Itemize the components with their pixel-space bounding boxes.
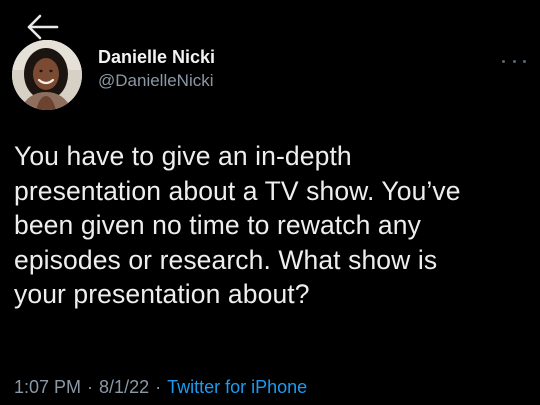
more-horizontal-icon — [512, 59, 516, 63]
tweet-meta: 1:07 PM · 8/1/22 · Twitter for iPhone — [14, 375, 307, 399]
more-horizontal-icon — [502, 59, 505, 63]
tweet-source-link[interactable]: Twitter for iPhone — [167, 377, 307, 397]
avatar[interactable] — [12, 40, 82, 110]
meta-separator: · — [87, 377, 94, 397]
more-horizontal-icon — [523, 59, 526, 63]
display-name[interactable]: Danielle Nicki — [98, 46, 215, 68]
back-button[interactable] — [24, 12, 60, 42]
author-info: Danielle Nicki @DanielleNicki — [98, 46, 215, 92]
meta-separator: · — [155, 377, 162, 397]
tweet-date[interactable]: 8/1/22 — [99, 377, 149, 397]
tweet-time[interactable]: 1:07 PM — [14, 377, 81, 397]
tweet-text: You have to give an in-depth presentatio… — [14, 141, 461, 309]
more-options-button[interactable] — [502, 56, 526, 66]
arrow-left-icon — [27, 14, 59, 40]
user-avatar-icon — [12, 40, 82, 110]
user-handle[interactable]: @DanielleNicki — [98, 70, 215, 92]
